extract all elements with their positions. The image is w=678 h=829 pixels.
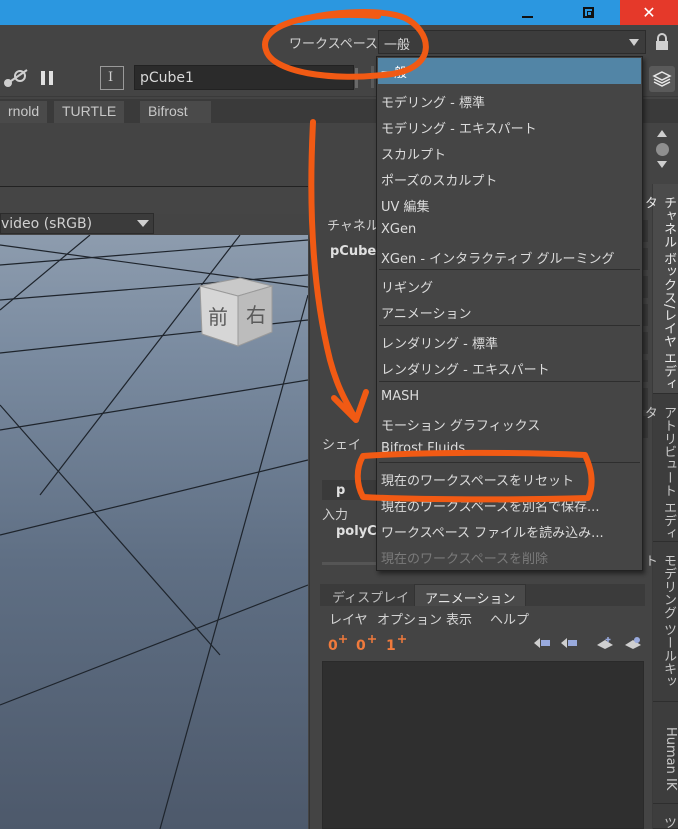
minimize-icon: [521, 15, 533, 18]
tab-channel-box-layer-editor[interactable]: チャネル ボックス/レイヤ エディタ: [642, 184, 678, 394]
menu-item-pose-sculpting[interactable]: ポーズのスカルプト: [378, 166, 641, 192]
chevron-down-icon: [137, 220, 149, 227]
menu-item-rendering-standard[interactable]: レンダリング - 標準: [378, 329, 641, 355]
move-layer-up-icon[interactable]: [533, 636, 551, 650]
view-cube-front-label: 前: [208, 305, 228, 329]
object-name-value: pCube1: [140, 70, 194, 86]
workspace-select-value: 一般: [384, 38, 411, 53]
menu-item-load-workspace-file[interactable]: ワークスペース ファイルを読み込み...: [378, 518, 641, 544]
menu-item-modeling-expert[interactable]: モデリング - エキスパート: [378, 114, 641, 140]
tab-animation[interactable]: アニメーション: [414, 584, 527, 607]
tab-modeling-toolkit[interactable]: モデリング ツールキット: [642, 542, 678, 702]
restore-icon: [582, 7, 594, 18]
viewport-toolbar: [0, 186, 308, 214]
menu-help[interactable]: ヘルプ: [490, 609, 529, 628]
tab-attribute-editor[interactable]: アトリビュート エディタ: [642, 394, 678, 542]
minimize-button[interactable]: [503, 0, 551, 25]
menu-item-bifrost-fluids[interactable]: Bifrost Fluids: [378, 437, 641, 463]
workspace-label: ワークスペース:: [289, 37, 383, 52]
menu-item-xgen[interactable]: XGen: [378, 218, 641, 244]
menu-item-rendering-expert[interactable]: レンダリング - エキスパート: [378, 355, 641, 381]
move-layer-down-icon[interactable]: [560, 636, 578, 650]
maximize-button[interactable]: [563, 0, 613, 25]
shelf-tab-bifrost[interactable]: Bifrost: [140, 101, 212, 123]
menu-item-reset-workspace[interactable]: 現在のワークスペースをリセット: [378, 466, 641, 492]
tab-tool-settings[interactable]: ツ: [653, 804, 678, 829]
layers-icon[interactable]: [649, 66, 675, 92]
menu-item-uv-editing[interactable]: UV 編集: [378, 192, 641, 218]
menu-show[interactable]: 表示: [446, 609, 472, 628]
layer-list[interactable]: [322, 661, 644, 829]
one-key-icon[interactable]: 1: [386, 638, 396, 654]
scroll-down-icon[interactable]: [656, 160, 668, 170]
menu-item-sculpting[interactable]: スカルプト: [378, 140, 641, 166]
menu-options[interactable]: オプション: [377, 609, 442, 628]
view-cube[interactable]: 前 右: [196, 268, 278, 350]
menu-item-delete-workspace: 現在のワークスペースを削除: [381, 552, 549, 567]
shapes-label: シェイ: [322, 438, 362, 453]
menu-separator: [379, 381, 640, 382]
shelf-tab-turtle[interactable]: TURTLE: [54, 101, 126, 123]
channel-box-menu[interactable]: チャネル: [327, 215, 379, 234]
maya-window: ✕ ワークスペース: 一般 I pCube1 rnold TURTLE Bifr: [0, 0, 678, 829]
menu-item-xgen-interactive-grooming[interactable]: XGen - インタラクティブ グルーミング: [378, 244, 641, 270]
view-cube-right-label: 右: [246, 303, 266, 327]
shape-row[interactable]: [322, 480, 380, 500]
key-plus-icon: [398, 635, 406, 643]
lock-icon[interactable]: [654, 33, 670, 51]
colorspace-select[interactable]: video (sRGB): [0, 213, 154, 234]
shape-name[interactable]: p: [336, 483, 345, 498]
shelf-options-icon[interactable]: [656, 143, 669, 156]
menu-item-save-workspace-as[interactable]: 現在のワークスペースを別名で保存...: [378, 492, 641, 518]
menu-separator: [379, 325, 640, 326]
workspace-select[interactable]: 一般: [378, 30, 646, 54]
shelf-tab-arnold[interactable]: rnold: [0, 101, 49, 123]
chevron-down-icon: [629, 39, 639, 46]
menu-separator: [379, 462, 640, 463]
colorspace-value: video (sRGB): [1, 216, 93, 232]
stack-icon: [652, 71, 672, 87]
menu-item-animation[interactable]: アニメーション: [378, 299, 641, 325]
menu-layers[interactable]: レイヤ: [329, 609, 368, 628]
new-layer-icon[interactable]: [596, 636, 614, 650]
key-plus-icon: [368, 635, 376, 643]
inputs-label: 入力: [322, 508, 349, 523]
workspace-dropdown-menu: 一般 モデリング - 標準 モデリング - エキスパート スカルプト ポーズのス…: [376, 56, 643, 571]
menu-item-general[interactable]: 一般: [378, 58, 641, 84]
pause-icon[interactable]: [38, 68, 56, 88]
key-plus-icon: [339, 635, 347, 643]
snap-icon[interactable]: [2, 68, 30, 90]
input-selector-icon: I: [108, 70, 114, 85]
menu-item-motion-graphics[interactable]: モーション グラフィックス: [378, 411, 641, 437]
input-selector-button[interactable]: I: [100, 66, 124, 90]
layer-editor-menu-bar: [320, 606, 645, 630]
zero-key-selected-icon[interactable]: 0: [356, 638, 366, 654]
close-icon: ✕: [642, 3, 656, 22]
scroll-up-icon[interactable]: [656, 128, 668, 138]
zero-key-icon[interactable]: 0: [328, 638, 338, 654]
toolbar-divider: [355, 68, 358, 88]
tab-human-ik[interactable]: Human IK: [653, 702, 678, 804]
toolbar-divider: [371, 66, 374, 88]
menu-item-mash[interactable]: MASH: [378, 385, 641, 411]
tab-display[interactable]: ディスプレイ: [322, 584, 420, 606]
menu-separator: [379, 269, 640, 270]
close-button[interactable]: ✕: [620, 0, 678, 25]
menu-item-rigging[interactable]: リギング: [378, 273, 641, 299]
object-name-field[interactable]: pCube1: [134, 65, 354, 90]
menu-item-modeling-standard[interactable]: モデリング - 標準: [378, 88, 641, 114]
